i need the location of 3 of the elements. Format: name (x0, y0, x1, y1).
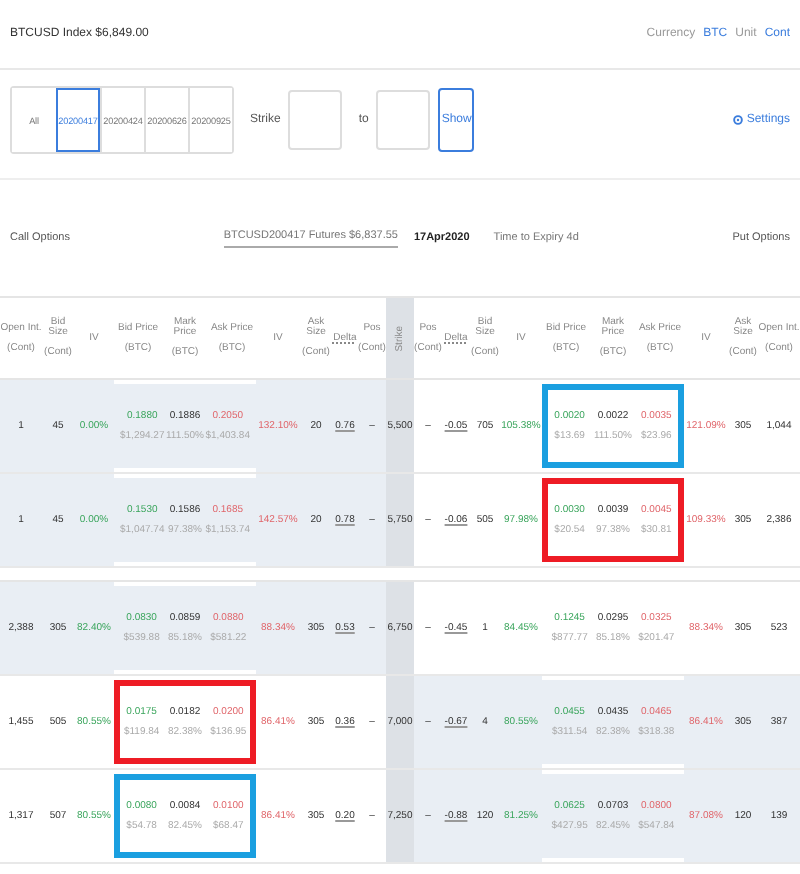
strike-from-field[interactable] (288, 90, 343, 150)
settings-icon (732, 114, 745, 126)
strike-to-field[interactable] (376, 90, 431, 150)
